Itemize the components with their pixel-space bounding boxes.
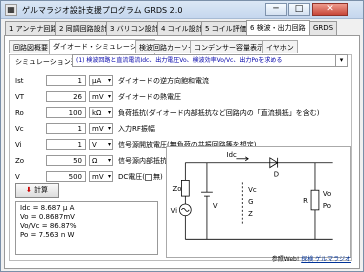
param-unit-label: kΩ bbox=[92, 109, 102, 117]
minimize-button[interactable]: ─ bbox=[265, 3, 287, 16]
chevron-down-icon: ▾ bbox=[107, 77, 111, 84]
chevron-down-icon: ▾ bbox=[107, 109, 111, 116]
param-unit-label: μA bbox=[92, 77, 102, 85]
param-unit-select[interactable]: Ω ▾ bbox=[89, 155, 113, 166]
param-unit-select[interactable]: mV ▾ bbox=[89, 171, 113, 182]
param-row-ro: Ro 100 kΩ ▾ 負荷抵抗(ダイオード内部抵抗など回路内の「直流損抵」を含む… bbox=[15, 107, 319, 119]
chevron-down-icon: ▾ bbox=[107, 125, 111, 132]
param-unit-label: V bbox=[92, 141, 97, 149]
param-unit-label: mV bbox=[92, 93, 104, 101]
param-description: 負荷抵抗(ダイオード内部抵抗など回路内の「直流損抵」を含む) bbox=[118, 109, 320, 117]
tab-tuning[interactable]: 2 同調回路設計 bbox=[55, 21, 112, 35]
label-vo: Vo bbox=[323, 190, 331, 198]
param-symbol: Zo bbox=[15, 157, 25, 165]
param-symbol: VT bbox=[15, 93, 25, 101]
reference-link-area: 参照Web! 探検 ゲルマラジオ bbox=[272, 254, 351, 263]
label-v: V bbox=[213, 202, 218, 210]
label-z: Z bbox=[248, 210, 253, 218]
result-po: Po = 7.563 n W bbox=[20, 231, 75, 239]
param-unit-select[interactable]: μA ▾ bbox=[89, 75, 113, 86]
r-resistor bbox=[310, 189, 320, 211]
param-unit-label: mV bbox=[92, 173, 104, 181]
tab-grds[interactable]: GRDS bbox=[309, 21, 338, 35]
param-value-input[interactable]: 100 bbox=[46, 107, 86, 118]
result-idc: Idc = 8.687 μ A bbox=[20, 204, 75, 212]
maximize-button[interactable]: □ bbox=[288, 3, 310, 16]
param-symbol: Ist bbox=[15, 77, 24, 85]
label-r: R bbox=[303, 197, 308, 205]
param-row-vc: Vc 1 mV ▾ 入力RF振幅 bbox=[15, 123, 315, 135]
label-g: G bbox=[248, 198, 253, 206]
simulation-select[interactable]: (1) 検波回路と直流電流Idc、出力電圧Vo、検波効率Vo/Vc、出力Poを求… bbox=[72, 54, 348, 67]
param-symbol: V bbox=[15, 173, 20, 181]
label-d: D bbox=[274, 170, 279, 178]
param-symbol: Ro bbox=[15, 109, 24, 117]
param-description: DC電圧( 無) bbox=[118, 172, 163, 182]
close-button[interactable]: ✕ bbox=[312, 3, 348, 16]
ac-wave-icon bbox=[181, 207, 190, 212]
arrow-down-icon: ⬇ bbox=[25, 186, 32, 194]
zo-resistor bbox=[181, 180, 190, 197]
param-value-input[interactable]: 500 bbox=[46, 171, 86, 182]
tab-coil-design[interactable]: 4 コイル設計 bbox=[157, 21, 207, 35]
label-zo: Zo bbox=[173, 185, 182, 193]
app-window: ▦ ゲルマラジオ設計支援プログラム GRDS 2.0 ─ □ ✕ 1 アンテナ回… bbox=[0, 0, 364, 272]
subtab-capacitor[interactable]: コンデンサー容量表示 bbox=[190, 40, 268, 53]
param-unit-label: mV bbox=[92, 125, 104, 133]
reference-text: 参照Web! bbox=[271, 256, 300, 263]
param-description: ダイオードの熱電圧 bbox=[118, 93, 181, 101]
circuit-diagram: Idc D Zo Vi V Vc G Z R Vo Po bbox=[166, 146, 351, 258]
param-value-input[interactable]: 26 bbox=[46, 91, 86, 102]
param-symbol: Vc bbox=[15, 125, 24, 133]
param-unit-label: Ω bbox=[92, 157, 98, 165]
label-po: Po bbox=[323, 202, 331, 210]
chevron-down-icon: ▾ bbox=[107, 157, 111, 164]
calculate-button-label: 計算 bbox=[34, 186, 49, 194]
param-value-input[interactable]: 1 bbox=[46, 139, 86, 150]
tab-detector[interactable]: 6 検波・出力回路 bbox=[246, 20, 310, 36]
results-box: Idc = 8.687 μ A Vo = 0.8687mV Vo/Vc = 86… bbox=[15, 201, 158, 255]
result-efficiency: Vo/Vc = 86.87% bbox=[20, 222, 77, 230]
title-bar: ▦ ゲルマラジオ設計支援プログラム GRDS 2.0 ─ □ ✕ bbox=[1, 1, 363, 19]
label-idc: Idc bbox=[227, 151, 237, 159]
app-icon: ▦ bbox=[5, 4, 17, 16]
param-value-input[interactable]: 50 bbox=[46, 155, 86, 166]
simulation-select-prefix: (1) bbox=[76, 57, 85, 64]
param-description: ダイオードの逆方向飽和電流 bbox=[118, 77, 209, 85]
subtab-overview[interactable]: 回路図概要 bbox=[9, 40, 52, 53]
reference-link[interactable]: 探検 ゲルマラジオ bbox=[301, 256, 351, 263]
param-unit-select[interactable]: mV ▾ bbox=[89, 123, 113, 134]
param-unit-select[interactable]: V ▾ bbox=[89, 139, 113, 150]
param-unit-select[interactable]: kΩ ▾ bbox=[89, 107, 113, 118]
param-row-vt: VT 26 mV ▾ ダイオードの熱電圧 bbox=[15, 91, 315, 103]
tab-antenna[interactable]: 1 アンテナ回路 bbox=[5, 21, 62, 35]
param-value-input[interactable]: 1 bbox=[46, 75, 86, 86]
param-unit-select[interactable]: mV ▾ bbox=[89, 91, 113, 102]
simulation-select-value: 検波回路と直流電流Idc、出力電圧Vo、検波効率Vo/Vc、出力Poを求める bbox=[86, 57, 283, 64]
dc-voltage-check-label: 無) bbox=[153, 173, 163, 181]
result-vo: Vo = 0.8687mV bbox=[20, 213, 75, 221]
chevron-down-icon: ▾ bbox=[107, 93, 111, 100]
tab-varicon[interactable]: 3 バリコン設計 bbox=[106, 21, 163, 35]
tab-coil-eval[interactable]: 5 コイル評価 bbox=[201, 21, 251, 35]
subtab-earphone[interactable]: イヤホン bbox=[262, 40, 298, 53]
dc-voltage-label: DC電圧( bbox=[118, 173, 146, 181]
param-description: 信号源内部抵抗 bbox=[118, 157, 167, 165]
param-description: 入力RF振幅 bbox=[118, 125, 155, 133]
window-title: ゲルマラジオ設計支援プログラム GRDS 2.0 bbox=[22, 6, 183, 15]
dc-voltage-checkbox[interactable] bbox=[145, 173, 153, 181]
chevron-down-icon[interactable]: ▾ bbox=[335, 55, 347, 66]
param-value-input[interactable]: 1 bbox=[46, 123, 86, 134]
chevron-down-icon: ▾ bbox=[107, 141, 111, 148]
calculate-button[interactable]: ⬇ 計算 bbox=[15, 183, 59, 198]
label-vi: Vi bbox=[171, 207, 178, 215]
label-vc: Vc bbox=[248, 186, 257, 194]
param-symbol: Vi bbox=[15, 141, 22, 149]
chevron-down-icon: ▾ bbox=[107, 173, 111, 180]
param-row-ist: Ist 1 μA ▾ ダイオードの逆方向飽和電流 bbox=[15, 75, 315, 87]
